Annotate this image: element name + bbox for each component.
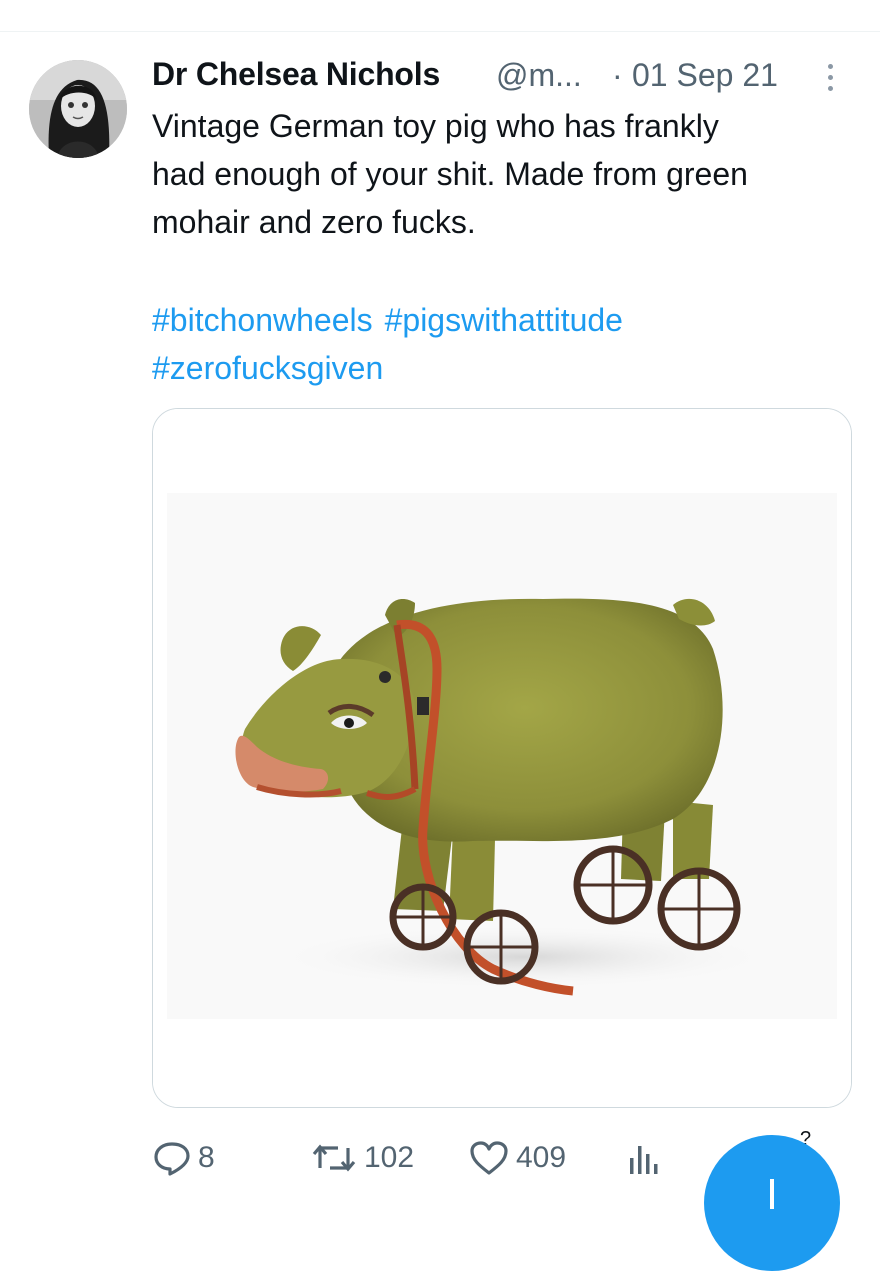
compose-button[interactable] xyxy=(704,1135,840,1271)
tweet-header: Dr Chelsea Nichols @m... · 01 Sep 21 xyxy=(152,52,852,98)
retweet-count: 102 xyxy=(364,1141,415,1174)
retweet-button[interactable]: 102 xyxy=(310,1136,414,1180)
tweet-text-line: Vintage German toy pig who has frankly xyxy=(152,108,719,144)
views-icon xyxy=(630,1146,658,1174)
hashtag-link[interactable]: #zerofucksgiven xyxy=(152,350,383,386)
reply-count: 8 xyxy=(198,1141,215,1174)
separator-dot: · xyxy=(612,57,623,93)
author-name[interactable]: Dr Chelsea Nichols xyxy=(152,56,440,93)
like-count: 409 xyxy=(516,1141,567,1174)
tweet-text-line: had enough of your shit. Made from green xyxy=(152,156,748,192)
avatar[interactable] xyxy=(29,60,127,158)
author-handle[interactable]: @m... xyxy=(496,57,582,94)
like-icon xyxy=(470,1141,508,1175)
hashtag-link[interactable]: #pigswithattitude xyxy=(385,302,623,338)
top-divider xyxy=(0,31,880,32)
reply-button[interactable]: 8 xyxy=(152,1136,215,1180)
hashtag-link[interactable]: #bitchonwheels xyxy=(152,302,373,338)
pig-toy-image xyxy=(153,409,851,1107)
tweet-media[interactable] xyxy=(152,408,852,1108)
tweet-text-line: mohair and zero fucks. xyxy=(152,204,476,240)
compose-icon xyxy=(770,1179,774,1209)
like-button[interactable]: 409 xyxy=(468,1136,566,1180)
tweet-text: Vintage German toy pig who has frankly h… xyxy=(152,102,862,246)
more-icon[interactable] xyxy=(816,58,844,98)
tweet-date[interactable]: 01 Sep 21 xyxy=(632,57,778,94)
views-button[interactable] xyxy=(626,1136,668,1180)
reply-icon xyxy=(154,1142,190,1176)
retweet-icon xyxy=(312,1144,356,1172)
hashtags: #bitchonwheels #pigswithattitude #zerofuc… xyxy=(152,296,862,392)
